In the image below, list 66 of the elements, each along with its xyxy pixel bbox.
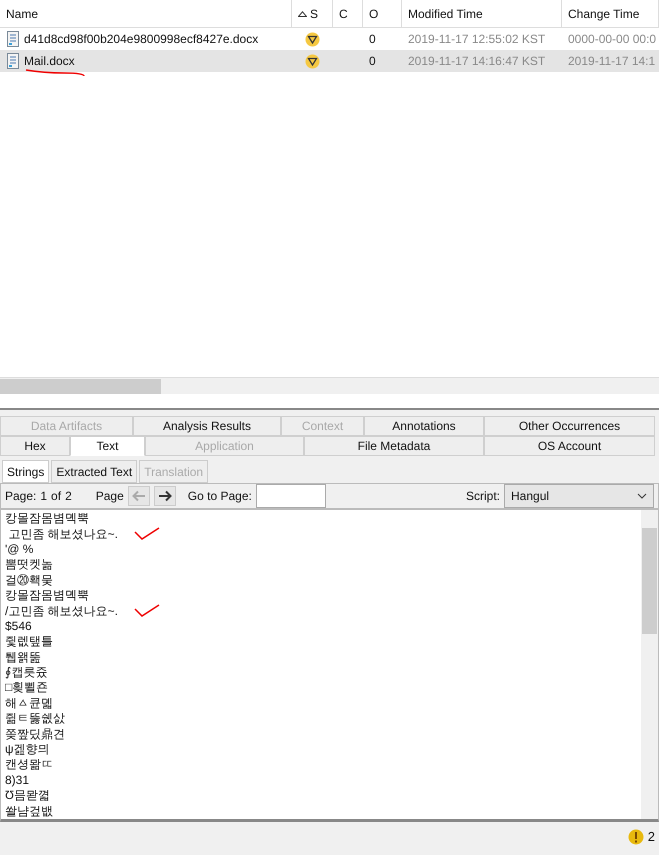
file-name: d41d8cd98f00b204e9800998ecf8427e.docx <box>24 31 258 48</box>
scrollbar-thumb[interactable] <box>0 378 161 394</box>
column-header[interactable]: Change Time <box>568 4 640 22</box>
sort-up-icon <box>298 10 307 16</box>
column-header[interactable]: C <box>339 4 348 22</box>
document-icon <box>6 53 20 69</box>
tab[interactable]: Strings <box>2 460 50 483</box>
table-cell-text: 0000-00-00 00:0 <box>568 31 656 48</box>
text-line: 뽐떳켓놂 <box>5 557 53 572</box>
tab[interactable]: Hex <box>0 436 70 456</box>
table-cell-text: 0 <box>369 31 376 48</box>
text-line: 쥚ㅌ뚫쉢삸 <box>5 711 65 726</box>
tab[interactable]: Other Occurrences <box>484 416 655 436</box>
tab[interactable]: File Metadata <box>304 436 484 456</box>
label: Script: <box>466 488 500 505</box>
scrollbar-thumb[interactable] <box>642 528 657 634</box>
table-cell-text: 0 <box>369 53 376 70</box>
text-line: 걸⑳홱뭊 <box>5 572 53 588</box>
text-line: 캉몰잠몸볌뎩뿍 <box>5 511 89 526</box>
table-row[interactable]: d41d8cd98f00b204e9800998ecf8427e.docx 0 2019-11-17 12:55:02 KST 0000-00-00 00:0 <box>0 28 659 50</box>
text-line: 쏼냠겊뱂 <box>5 804 53 819</box>
table-cell-text: 2019-11-17 12:55:02 KST <box>408 31 546 48</box>
column-header[interactable]: Modified Time <box>408 4 483 22</box>
text-line: $546 <box>5 618 32 634</box>
column-header[interactable]: O <box>369 4 378 22</box>
page-number: 1 <box>40 488 48 505</box>
script-dropdown[interactable]: Hangul <box>504 484 654 508</box>
horizontal-scrollbar[interactable] <box>0 377 659 394</box>
label: of <box>51 488 62 505</box>
tab[interactable]: Annotations <box>364 416 484 436</box>
table-cell-text: 2019-11-17 14:1 <box>568 53 656 70</box>
arrow-button[interactable] <box>154 486 176 506</box>
warning-icon[interactable] <box>628 828 644 844</box>
document-icon <box>6 31 20 47</box>
text-line: ψ겚향믜 <box>5 742 50 758</box>
text-line: Ʊ믐뫋껿 <box>5 788 50 804</box>
text-line: 퉵왥뚪 <box>5 650 41 665</box>
label: Go to Page: <box>188 488 252 505</box>
text-line: 쥧렚탶틀 <box>5 634 53 650</box>
notification-count: 2 <box>648 828 655 846</box>
text-line: 8)31 <box>5 772 30 788</box>
label: Page: <box>5 488 36 505</box>
page-input[interactable] <box>256 484 326 508</box>
file-name: Mail.docx <box>24 52 75 70</box>
text-line: ∮캡릇즀 <box>5 665 48 680</box>
tab[interactable]: Extracted Text <box>51 460 138 483</box>
chevron-down-icon <box>637 493 647 499</box>
arrow-left-icon <box>132 490 146 502</box>
tab[interactable]: Analysis Results <box>133 416 281 436</box>
column-header[interactable]: S <box>310 4 318 22</box>
page-count: 2 <box>65 488 72 505</box>
arrow-right-icon <box>158 490 172 502</box>
tab[interactable]: OS Account <box>484 436 655 456</box>
column-header[interactable]: Name <box>6 4 38 22</box>
text-line: /고민좀 해보셨나요~. <box>5 604 118 619</box>
text-line: 해ㅿ큔뎳 <box>5 696 53 711</box>
text-line: □횢뾜죤 <box>5 680 48 696</box>
text-line: 캉몰잠몸볌뎩뿍 <box>5 588 89 604</box>
text-line: '@ % <box>5 542 34 557</box>
table-cell-text: 2019-11-17 14:16:47 KST <box>408 53 546 70</box>
text-line: 쫒짶딨鼎견 <box>5 726 65 742</box>
label: Page <box>96 488 124 505</box>
vertical-scrollbar[interactable] <box>641 510 658 819</box>
text-line: 고민좀 해보셨나요~. <box>7 526 118 542</box>
tab[interactable]: Text <box>70 436 145 456</box>
text-line: 캔셩뫎ㄸ <box>5 757 53 772</box>
